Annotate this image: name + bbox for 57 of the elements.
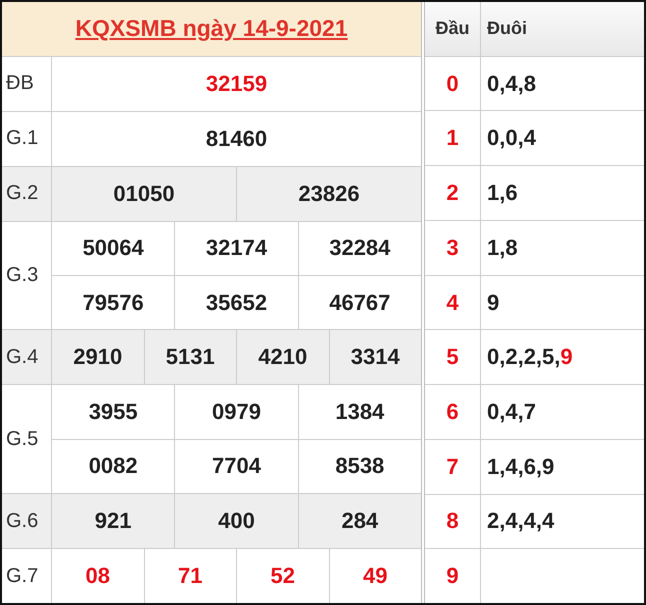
head-digit: 0 — [425, 56, 481, 110]
prize-number: 7704 — [174, 440, 298, 494]
prize-number: 32174 — [174, 222, 298, 276]
head-digit: 2 — [425, 166, 481, 220]
tail-digits: 0,4,7 — [487, 399, 536, 425]
tail-digits: 1,8 — [487, 234, 518, 261]
prize-number: 3955 — [88, 398, 139, 426]
prize-number: 284 — [298, 494, 421, 548]
prize-number: 79576 — [82, 288, 145, 317]
prize-number: 23826 — [236, 166, 421, 221]
tail-digits: 2,4,4,4 — [487, 508, 554, 534]
tail-digits: 9 — [560, 344, 573, 370]
prize-number: 0979 — [174, 385, 298, 439]
column-header: Đuôi — [486, 17, 528, 40]
head-digit: 5 — [425, 330, 481, 384]
prize-number: 46767 — [298, 276, 421, 330]
prize-label: G.1 — [2, 112, 52, 166]
prize-number: 81460 — [204, 124, 268, 153]
tail-digits: 0,4,8 — [487, 70, 536, 97]
head-digit: 6 — [425, 385, 481, 439]
prize-number: 2910 — [72, 343, 124, 372]
prize-number: 01050 — [112, 180, 176, 208]
prize-number: 921 — [94, 507, 133, 536]
tail-digits: 0,2,2,5, — [487, 344, 560, 370]
head-digit: 9 — [425, 549, 481, 604]
prize-number: 08 — [84, 562, 111, 590]
prize-number: 52 — [236, 549, 328, 603]
prize-number: 49 — [328, 549, 421, 603]
prize-label: G.3 — [2, 222, 52, 330]
head-digit: 1 — [425, 111, 481, 166]
column-header: Đầu — [425, 2, 481, 56]
tail-digits: 0,0,4 — [487, 125, 536, 152]
prize-number: 5131 — [144, 330, 236, 384]
prize-label: G.7 — [2, 549, 52, 603]
head-digit: 8 — [425, 494, 481, 548]
prize-number: 400 — [174, 494, 298, 548]
head-digit: 3 — [425, 220, 481, 275]
prize-number: 71 — [144, 549, 236, 603]
tail-digits: 1,6 — [487, 180, 518, 206]
prize-number: 3314 — [328, 330, 421, 384]
prize-label: G.5 — [2, 385, 52, 494]
tail-digits: 1,4,6,9 — [487, 454, 554, 480]
prize-label: G.6 — [2, 494, 52, 548]
prize-number: 4210 — [236, 330, 328, 384]
prize-label: G.4 — [2, 330, 52, 384]
prize-number: 0082 — [88, 452, 139, 480]
prize-label: G.2 — [2, 166, 52, 221]
prize-number: 1384 — [298, 385, 421, 439]
prize-label: ĐB — [2, 56, 52, 111]
head-digit: 4 — [425, 276, 481, 330]
prize-number: 8538 — [298, 440, 421, 494]
head-digit: 7 — [425, 440, 481, 494]
tail-digits: 9 — [487, 290, 500, 316]
prize-number: 32284 — [298, 222, 421, 276]
prize-number: 32159 — [204, 70, 268, 98]
prize-number: 50064 — [82, 234, 145, 262]
prize-number: 35652 — [174, 276, 298, 330]
